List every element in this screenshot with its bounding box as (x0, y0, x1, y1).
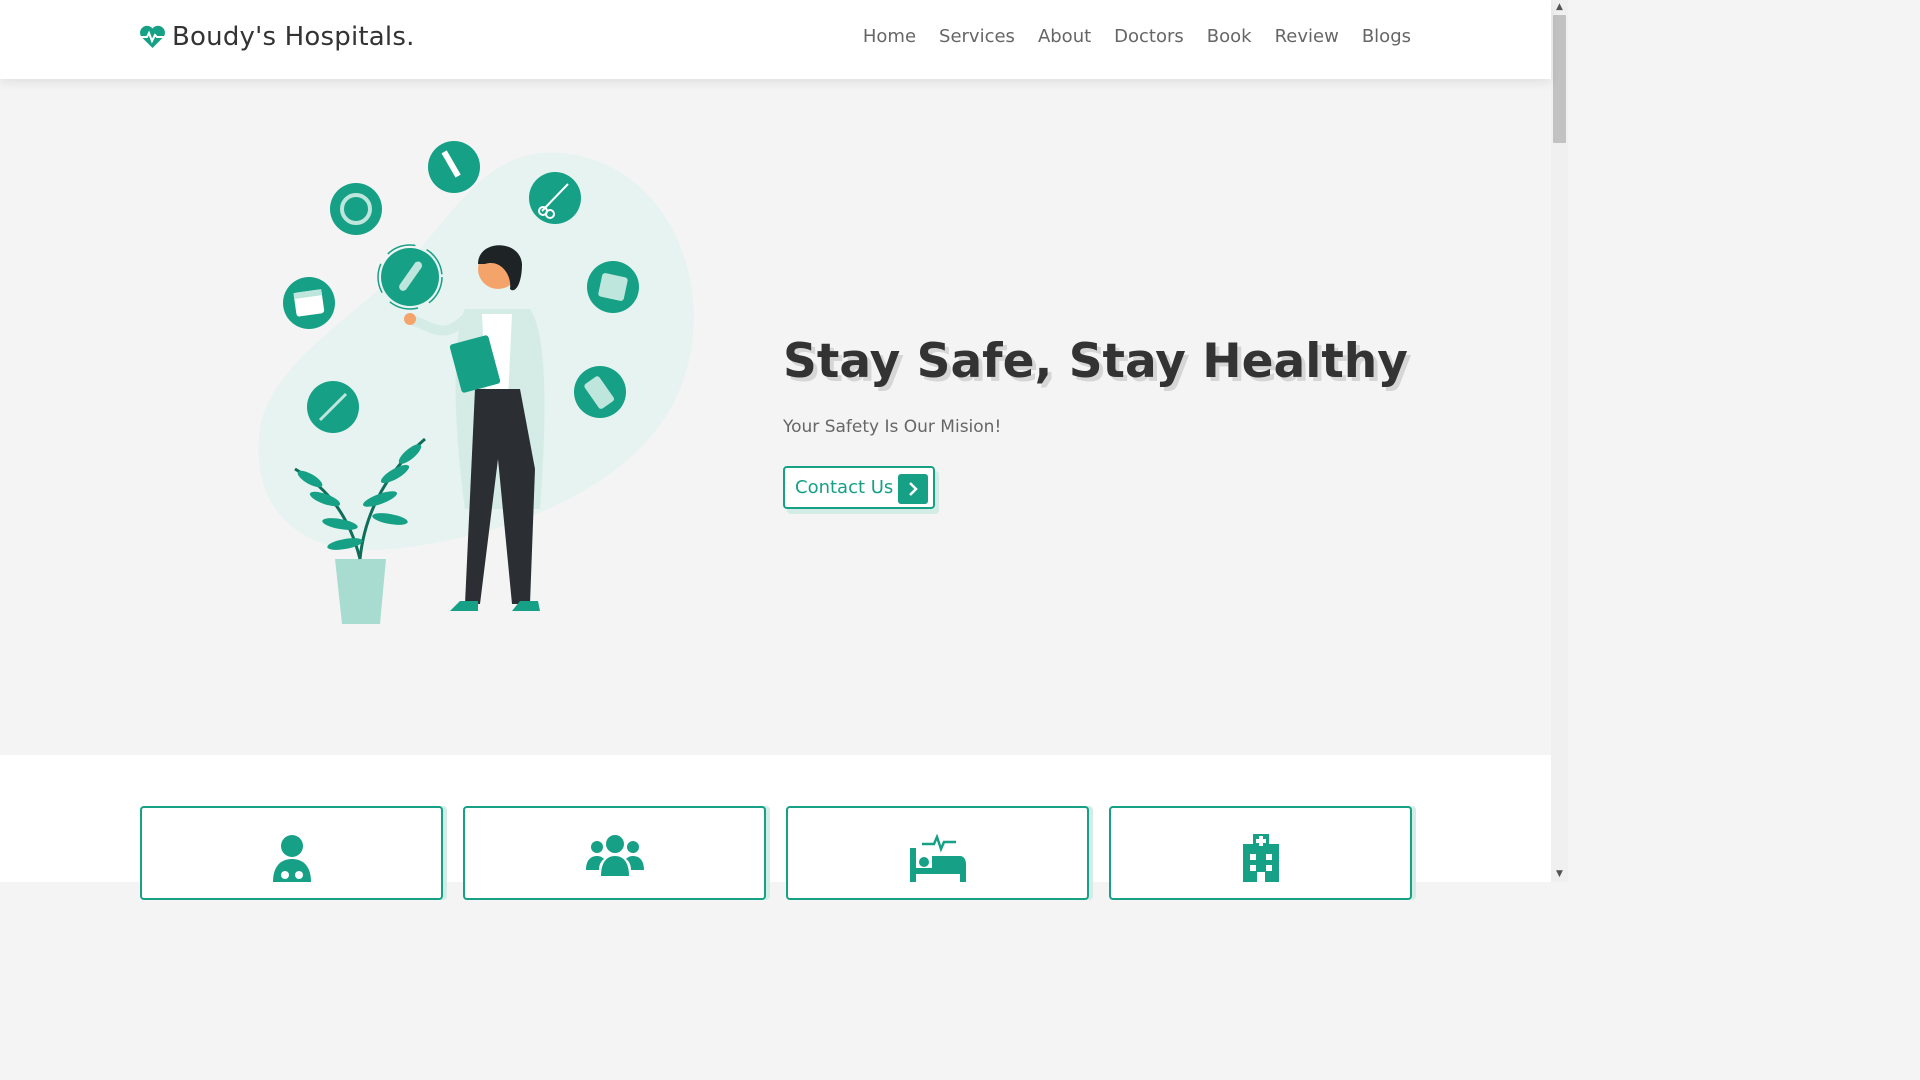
nav-about[interactable]: About (1038, 26, 1091, 47)
scroll-up-arrow-icon[interactable]: ▲ (1551, 0, 1568, 15)
calendar-icon (283, 277, 335, 329)
hero-section: Stay Safe, Stay Healthy Your Safety Is O… (0, 79, 1551, 755)
user-doctor-icon (271, 834, 313, 886)
logo-text: Boudy's Hospitals. (172, 22, 415, 52)
contact-us-button[interactable]: Contact Us (783, 466, 935, 509)
hospital-bed-icon (908, 833, 968, 886)
nav-book[interactable]: Book (1207, 26, 1252, 47)
card-hospitals (1109, 806, 1412, 900)
card-beds (786, 806, 1089, 900)
heartbeat-icon (139, 25, 166, 49)
hospital-building-icon (1241, 834, 1281, 886)
card-staff (463, 806, 766, 900)
nav-blogs[interactable]: Blogs (1362, 26, 1411, 47)
syringe-icon (428, 141, 480, 193)
card-doctors (140, 806, 443, 900)
chevron-right-icon (898, 474, 928, 504)
scrollbar[interactable]: ▲ ▼ (1551, 0, 1568, 882)
scalpel-icon (307, 381, 359, 433)
scroll-down-arrow-icon[interactable]: ▼ (1551, 867, 1568, 882)
ring-icon (330, 183, 382, 235)
hero-title: Stay Safe, Stay Healthy (783, 334, 1408, 389)
hero-subtitle: Your Safety Is Our Mision! (783, 417, 1002, 437)
contact-us-label: Contact Us (795, 477, 894, 498)
scissors-icon (529, 172, 581, 224)
hero-text: Stay Safe, Stay Healthy Your Safety Is O… (783, 334, 1408, 509)
nav-doctors[interactable]: Doctors (1114, 26, 1184, 47)
doctor-illustration (258, 141, 694, 624)
users-icon (585, 834, 644, 880)
logo[interactable]: Boudy's Hospitals. (139, 22, 415, 52)
nav-home[interactable]: Home (863, 26, 916, 47)
main-nav: Home Services About Doctors Book Review … (863, 26, 1411, 47)
icons-section (0, 755, 1551, 900)
scrollbar-thumb[interactable] (1553, 15, 1566, 143)
pad-icon (587, 261, 639, 313)
nav-services[interactable]: Services (939, 26, 1015, 47)
pill-pack-icon (574, 366, 626, 418)
site-header: Boudy's Hospitals. Home Services About D… (0, 0, 1551, 79)
nav-review[interactable]: Review (1275, 26, 1339, 47)
